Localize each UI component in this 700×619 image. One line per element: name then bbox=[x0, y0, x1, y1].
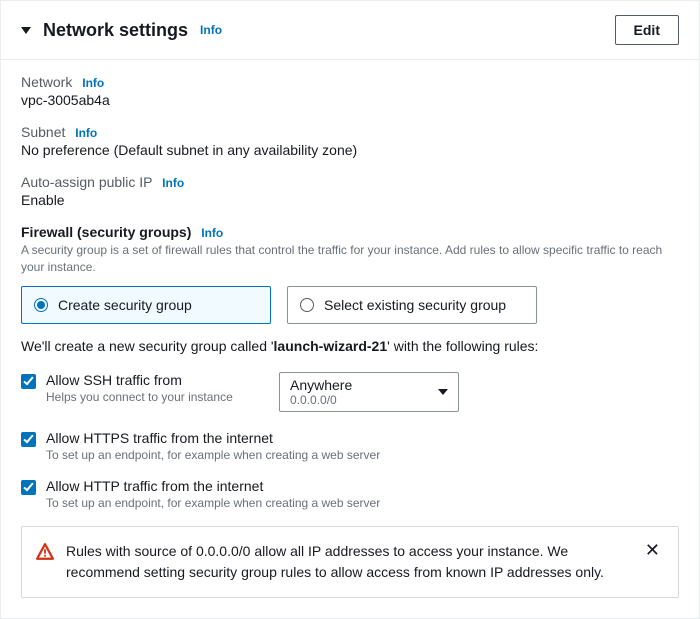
panel-header: Network settings Info Edit bbox=[1, 1, 699, 60]
info-link-firewall[interactable]: Info bbox=[201, 226, 223, 240]
firewall-desc: A security group is a set of firewall ru… bbox=[21, 242, 679, 276]
public-ip-label: Auto-assign public IP Info bbox=[21, 174, 679, 190]
allow-https-label: Allow HTTPS traffic from the internet bbox=[46, 430, 380, 446]
allow-http-hint: To set up an endpoint, for example when … bbox=[46, 496, 380, 510]
subnet-value: No preference (Default subnet in any ava… bbox=[21, 142, 679, 158]
allow-http-label: Allow HTTP traffic from the internet bbox=[46, 478, 380, 494]
network-value: vpc-3005ab4a bbox=[21, 92, 679, 108]
info-link-public-ip[interactable]: Info bbox=[162, 176, 184, 190]
radio-selected-icon bbox=[34, 298, 48, 312]
collapse-caret-icon bbox=[21, 27, 31, 34]
ssh-source-select[interactable]: Anywhere 0.0.0.0/0 bbox=[279, 372, 459, 412]
panel-title: Network settings bbox=[43, 20, 188, 41]
sg-name: launch-wizard-21 bbox=[274, 338, 388, 354]
select-sg-tile[interactable]: Select existing security group bbox=[287, 286, 537, 324]
create-sg-tile[interactable]: Create security group bbox=[21, 286, 271, 324]
subnet-label: Subnet Info bbox=[21, 124, 679, 140]
panel-body: Network Info vpc-3005ab4a Subnet Info No… bbox=[1, 60, 699, 618]
allow-http-row: Allow HTTP traffic from the internet To … bbox=[21, 478, 679, 510]
public-ip-value: Enable bbox=[21, 192, 679, 208]
radio-unselected-icon bbox=[300, 298, 314, 312]
info-link-subnet[interactable]: Info bbox=[75, 126, 97, 140]
network-label: Network Info bbox=[21, 74, 679, 90]
warning-icon bbox=[36, 543, 54, 564]
network-settings-panel: Network settings Info Edit Network Info … bbox=[0, 0, 700, 619]
select-sg-label: Select existing security group bbox=[324, 297, 506, 313]
panel-header-left[interactable]: Network settings Info bbox=[21, 20, 222, 41]
firewall-title: Firewall (security groups) bbox=[21, 224, 191, 240]
allow-http-checkbox[interactable] bbox=[21, 480, 36, 495]
sg-sentence: We'll create a new security group called… bbox=[21, 338, 679, 354]
ssh-source-cidr: 0.0.0.0/0 bbox=[290, 393, 448, 407]
allow-ssh-row: Allow SSH traffic from Helps you connect… bbox=[21, 372, 679, 412]
allow-ssh-hint: Helps you connect to your instance bbox=[46, 390, 233, 404]
info-link-header[interactable]: Info bbox=[200, 23, 222, 37]
allow-https-row: Allow HTTPS traffic from the internet To… bbox=[21, 430, 679, 462]
warning-text: Rules with source of 0.0.0.0/0 allow all… bbox=[66, 541, 629, 583]
open-cidr-warning: Rules with source of 0.0.0.0/0 allow all… bbox=[21, 526, 679, 598]
edit-button[interactable]: Edit bbox=[615, 15, 679, 45]
allow-ssh-label: Allow SSH traffic from bbox=[46, 372, 233, 388]
create-sg-label: Create security group bbox=[58, 297, 192, 313]
ssh-source-label: Anywhere bbox=[290, 377, 448, 393]
allow-ssh-checkbox[interactable] bbox=[21, 374, 36, 389]
firewall-section: Firewall (security groups) Info A securi… bbox=[21, 224, 679, 598]
chevron-down-icon bbox=[438, 389, 448, 395]
allow-https-checkbox[interactable] bbox=[21, 432, 36, 447]
close-icon[interactable]: ✕ bbox=[641, 541, 664, 559]
info-link-network[interactable]: Info bbox=[82, 76, 104, 90]
sg-mode-tiles: Create security group Select existing se… bbox=[21, 286, 679, 324]
allow-https-hint: To set up an endpoint, for example when … bbox=[46, 448, 380, 462]
